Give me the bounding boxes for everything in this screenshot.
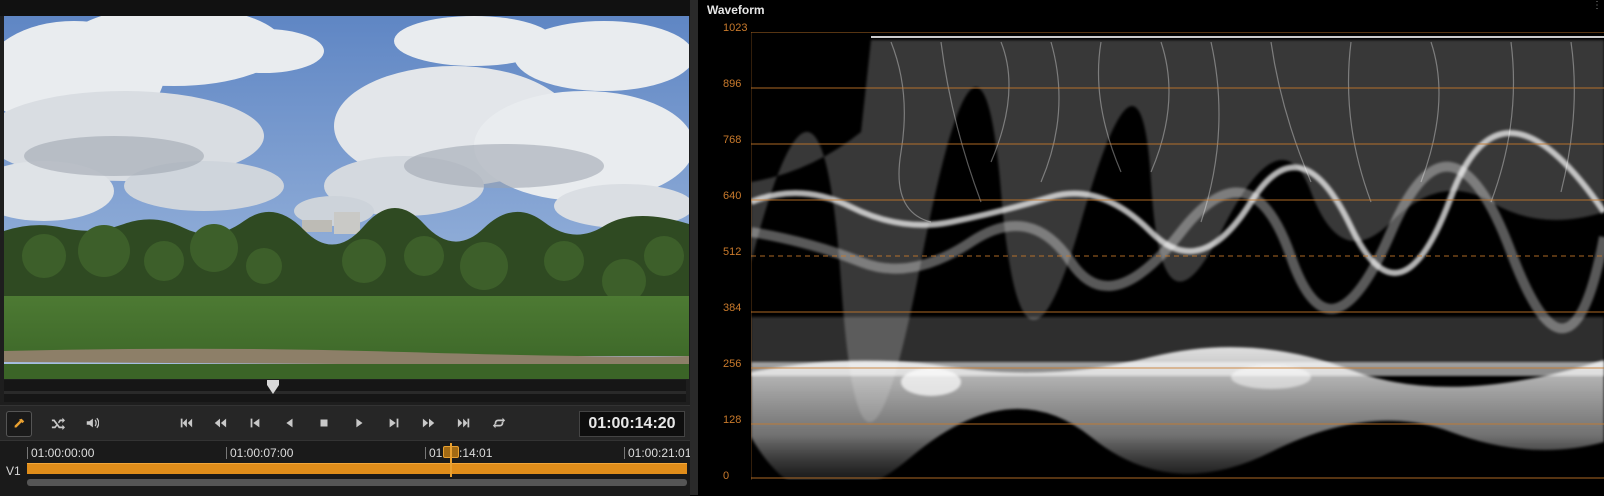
scale-label: 256	[723, 358, 742, 370]
volume-button[interactable]	[80, 411, 104, 435]
speaker-icon	[86, 417, 99, 429]
fast-reverse-button[interactable]	[208, 411, 232, 435]
scale-label: 512	[723, 246, 742, 258]
loop-button[interactable]	[487, 411, 511, 435]
stop-button[interactable]	[312, 411, 336, 435]
transport-controls: 01:00:14:20	[0, 405, 690, 440]
scale-label: 128	[723, 414, 742, 426]
stop-icon	[320, 419, 328, 427]
skip-to-start-button[interactable]	[174, 411, 198, 435]
timecode-display[interactable]: 01:00:14:20	[579, 411, 685, 437]
landscape-image	[4, 16, 689, 379]
scale-label: 640	[723, 190, 742, 202]
video-frame[interactable]	[4, 16, 689, 379]
panel-divider[interactable]	[690, 0, 698, 495]
fast-reverse-icon	[214, 418, 227, 428]
menu-icon[interactable]: ⋮	[1592, 1, 1602, 14]
ruler-timecode: 01:00:00:00	[27, 447, 94, 459]
scale-label: 896	[723, 78, 742, 90]
scale-label: 384	[723, 302, 742, 314]
skip-to-start-icon	[180, 418, 193, 428]
track-label: V1	[6, 464, 21, 478]
previous-frame-icon	[250, 418, 260, 428]
eyedropper-icon	[14, 418, 25, 428]
viewer-top-bar	[0, 0, 690, 16]
fast-forward-button[interactable]	[417, 411, 441, 435]
scale-label: 1023	[723, 22, 748, 34]
scrubber-track[interactable]	[4, 391, 686, 394]
skip-to-end-button[interactable]	[452, 411, 476, 435]
play-reverse-icon	[286, 418, 293, 428]
scope-title: Waveform	[707, 3, 765, 17]
eyedropper-button[interactable]	[6, 411, 32, 437]
shuffle-button[interactable]	[46, 411, 70, 435]
ruler-timecode: 01:00:21:01	[624, 447, 691, 459]
loop-icon	[492, 417, 506, 429]
waveform-panel: Waveform ⋮ 1023 896 768 640 512 384 256 …	[698, 0, 1604, 495]
play-icon	[356, 418, 363, 428]
waveform-trace	[751, 32, 1604, 480]
fast-forward-icon	[422, 418, 435, 428]
scale-label: 768	[723, 134, 742, 146]
previous-frame-button[interactable]	[243, 411, 267, 435]
viewer-panel: 01:00:14:20 01:00:00:00 01:00:07:00 01:0…	[0, 0, 691, 496]
play-reverse-button[interactable]	[277, 411, 301, 435]
next-frame-button[interactable]	[382, 411, 406, 435]
timeline-scrollbar[interactable]	[27, 479, 687, 486]
ruler-timecode: 01:00:07:00	[226, 447, 293, 459]
play-button[interactable]	[347, 411, 371, 435]
scale-label: 0	[723, 470, 730, 482]
shuffle-icon	[51, 417, 65, 430]
mini-timeline[interactable]: 01:00:00:00 01:00:07:00 01:00:14:01 01:0…	[0, 440, 691, 496]
next-frame-icon	[389, 418, 399, 428]
viewer-scrubber[interactable]	[4, 380, 686, 402]
playhead[interactable]	[450, 443, 452, 477]
skip-to-end-icon	[457, 418, 470, 428]
video-clip[interactable]	[27, 463, 687, 474]
scrubber-handle[interactable]	[267, 380, 279, 394]
